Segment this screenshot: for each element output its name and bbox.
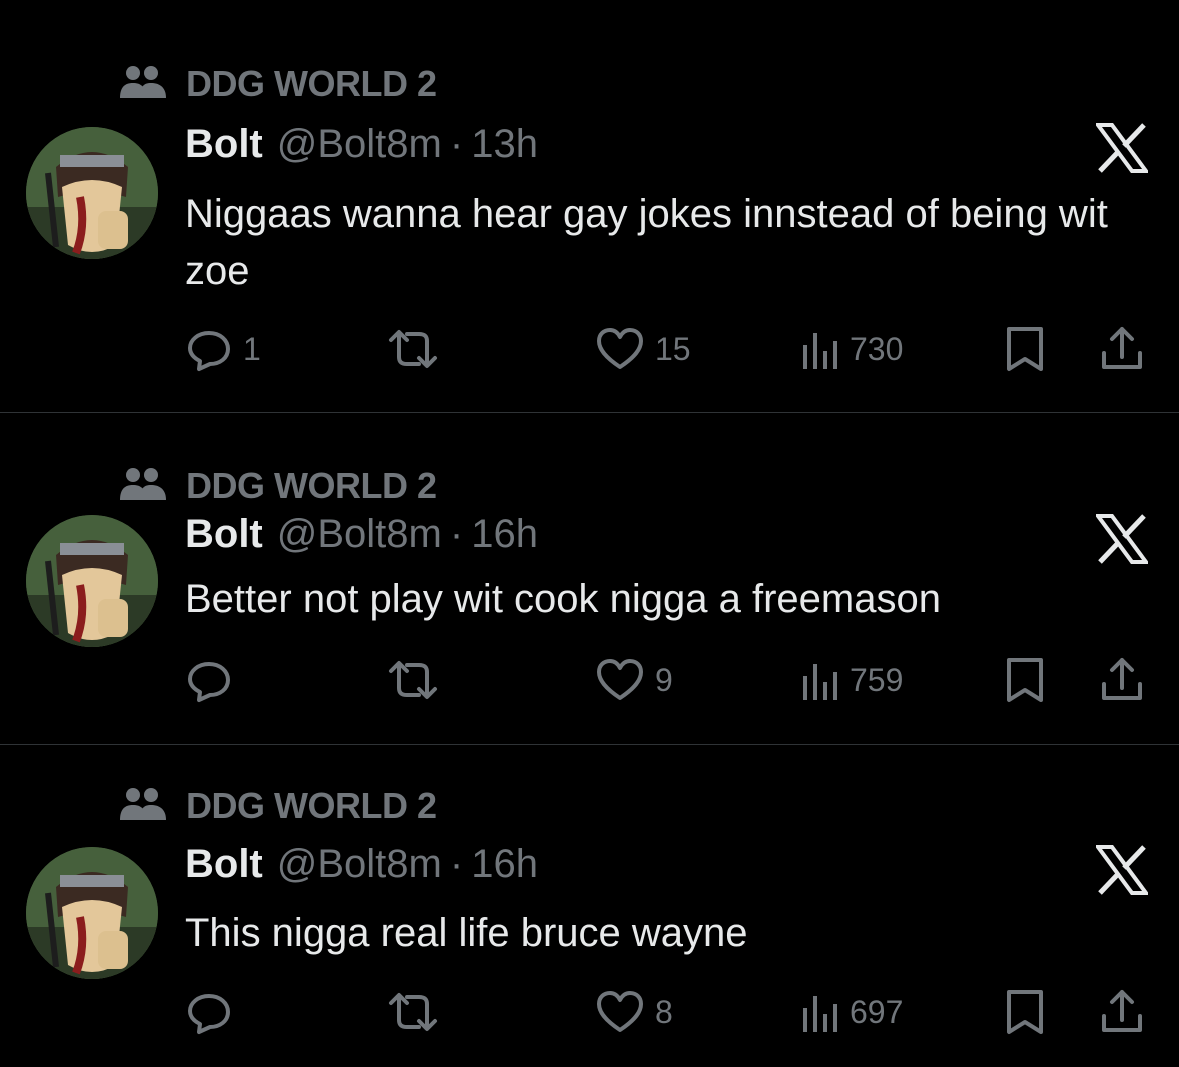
bookmark-button[interactable] xyxy=(1003,655,1047,705)
like-count: 8 xyxy=(655,993,673,1030)
retweet-icon xyxy=(385,656,441,704)
views-icon xyxy=(800,658,840,702)
retweet-icon xyxy=(385,325,441,373)
views-count: 759 xyxy=(850,661,904,698)
timestamp[interactable]: 16h xyxy=(471,512,538,557)
timestamp[interactable]: 13h xyxy=(471,122,538,167)
retweet-icon xyxy=(385,988,441,1036)
bookmark-icon xyxy=(1003,988,1047,1036)
reply-icon xyxy=(185,325,233,373)
tweet-text: This nigga real life bruce wayne xyxy=(185,911,748,955)
views-count: 730 xyxy=(850,330,904,367)
action-bar: 1 15 730 xyxy=(185,324,1155,374)
separator-dot: · xyxy=(449,512,464,556)
author-handle[interactable]: @Bolt8m xyxy=(277,512,442,557)
x-logo-icon xyxy=(1094,514,1150,564)
like-count: 15 xyxy=(655,330,691,367)
reply-icon xyxy=(185,656,233,704)
action-bar: 8 697 xyxy=(185,987,1155,1037)
views-button[interactable]: 697 xyxy=(800,987,903,1037)
reply-count: 1 xyxy=(243,330,261,367)
tweet[interactable]: DDG WORLD 2 Bolt @Bolt8m · 13h Niggaas w… xyxy=(0,0,1179,371)
community-name: DDG WORLD 2 xyxy=(186,465,437,506)
separator-dot: · xyxy=(449,122,464,166)
action-bar: 9 759 xyxy=(185,655,1155,705)
heart-icon xyxy=(595,988,645,1036)
bookmark-icon xyxy=(1003,656,1047,704)
avatar[interactable] xyxy=(26,847,158,979)
community-label[interactable]: DDG WORLD 2 xyxy=(120,63,437,104)
views-icon xyxy=(800,990,840,1034)
community-label[interactable]: DDG WORLD 2 xyxy=(120,785,437,826)
community-icon xyxy=(120,64,166,104)
tweet-header: Bolt @Bolt8m · 16h xyxy=(185,842,538,890)
views-button[interactable]: 759 xyxy=(800,655,903,705)
share-icon xyxy=(1100,656,1144,704)
bookmark-button[interactable] xyxy=(1003,324,1047,374)
tweet[interactable]: DDG WORLD 2 Bolt @Bolt8m · 16h Better no… xyxy=(0,413,1179,744)
community-icon xyxy=(120,466,166,506)
share-button[interactable] xyxy=(1100,987,1144,1037)
tweet-text: Better not play wit cook nigga a freemas… xyxy=(185,577,941,621)
bookmark-icon xyxy=(1003,325,1047,373)
x-logo-icon xyxy=(1094,845,1150,895)
tweet-text: Niggaas wanna hear gay jokes innstead of… xyxy=(185,192,1108,293)
like-button[interactable]: 9 xyxy=(595,655,673,705)
tweet-header: Bolt @Bolt8m · 16h xyxy=(185,512,538,560)
like-count: 9 xyxy=(655,661,673,698)
share-button[interactable] xyxy=(1100,655,1144,705)
reply-button[interactable]: 1 xyxy=(185,324,261,374)
community-label[interactable]: DDG WORLD 2 xyxy=(120,465,437,506)
views-count: 697 xyxy=(850,993,904,1030)
author-name[interactable]: Bolt xyxy=(185,842,263,887)
separator-dot: · xyxy=(449,842,464,886)
views-icon xyxy=(800,327,840,371)
views-button[interactable]: 730 xyxy=(800,324,903,374)
author-handle[interactable]: @Bolt8m xyxy=(277,842,442,887)
x-logo-icon xyxy=(1094,123,1150,173)
author-name[interactable]: Bolt xyxy=(185,512,263,557)
retweet-button[interactable] xyxy=(385,324,441,374)
retweet-button[interactable] xyxy=(385,655,441,705)
like-button[interactable]: 8 xyxy=(595,987,673,1037)
share-button[interactable] xyxy=(1100,324,1144,374)
community-icon xyxy=(120,786,166,826)
tweet[interactable]: DDG WORLD 2 Bolt @Bolt8m · 16h This nigg… xyxy=(0,745,1179,1067)
timestamp[interactable]: 16h xyxy=(471,842,538,887)
reply-icon xyxy=(185,988,233,1036)
like-button[interactable]: 15 xyxy=(595,324,691,374)
retweet-button[interactable] xyxy=(385,987,441,1037)
author-name[interactable]: Bolt xyxy=(185,122,263,167)
heart-icon xyxy=(595,656,645,704)
tweet-header: Bolt @Bolt8m · 13h xyxy=(185,122,538,170)
community-name: DDG WORLD 2 xyxy=(186,63,437,104)
community-name: DDG WORLD 2 xyxy=(186,785,437,826)
share-icon xyxy=(1100,325,1144,373)
share-icon xyxy=(1100,988,1144,1036)
heart-icon xyxy=(595,325,645,373)
reply-button[interactable] xyxy=(185,655,243,705)
reply-button[interactable] xyxy=(185,987,243,1037)
avatar[interactable] xyxy=(26,127,158,259)
author-handle[interactable]: @Bolt8m xyxy=(277,122,442,167)
bookmark-button[interactable] xyxy=(1003,987,1047,1037)
avatar[interactable] xyxy=(26,515,158,647)
